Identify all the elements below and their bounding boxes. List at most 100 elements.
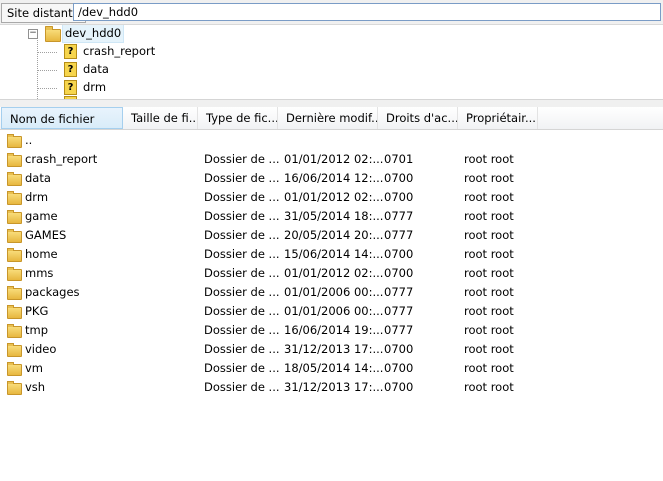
folder-icon: [7, 381, 22, 395]
file-permissions: 0700: [384, 342, 414, 356]
file-modified: 20/05/2014 20:...: [284, 228, 384, 242]
tree-item-dev-hdd0[interactable]: − dev_hdd0: [0, 25, 200, 43]
file-row[interactable]: data Dossier de ... 16/06/2014 12:... 0700 r…: [0, 169, 663, 188]
file-name: packages: [25, 285, 80, 299]
column-header-permissions[interactable]: Droits d'ac...: [378, 107, 458, 129]
file-row[interactable]: drm Dossier de ... 01/01/2012 02:... 0700 ro…: [0, 188, 663, 207]
file-permissions: 0777: [384, 228, 414, 242]
file-modified: 15/06/2014 14:...: [284, 247, 384, 261]
column-header-name[interactable]: Nom de fichier: [1, 107, 123, 129]
file-row[interactable]: home Dossier de ... 15/06/2014 14:... 0700 r…: [0, 245, 663, 264]
file-name: tmp: [25, 323, 49, 337]
remote-directory-tree: − dev_hdd0 ? crash_report ? data ? drm: [0, 25, 663, 99]
file-row[interactable]: vm Dossier de ... 18/05/2014 14:... 0700 roo…: [0, 359, 663, 378]
folder-icon: [7, 172, 22, 186]
column-header-type[interactable]: Type de fic...: [198, 107, 278, 129]
file-name: ..: [25, 133, 33, 147]
file-type: Dossier de ...: [204, 380, 280, 394]
tree-item-data[interactable]: ? data: [0, 60, 200, 78]
file-type: Dossier de ...: [204, 152, 280, 166]
file-name: data: [25, 171, 51, 185]
file-permissions: 0700: [384, 171, 414, 185]
file-modified: 18/05/2014 14:...: [284, 361, 384, 375]
file-row[interactable]: PKG Dossier de ... 01/01/2006 00:... 0777 ro…: [0, 302, 663, 321]
column-header-size[interactable]: Taille de fi...: [123, 107, 198, 129]
file-owner: root root: [464, 304, 514, 318]
file-permissions: 0777: [384, 304, 414, 318]
file-type: Dossier de ...: [204, 361, 280, 375]
folder-icon: [7, 324, 22, 338]
file-type: Dossier de ...: [204, 228, 280, 242]
file-permissions: 0700: [384, 361, 414, 375]
file-owner: root root: [464, 209, 514, 223]
file-row[interactable]: tmp Dossier de ... 16/06/2014 19:... 0777 ro…: [0, 321, 663, 340]
file-permissions: 0777: [384, 285, 414, 299]
file-type: Dossier de ...: [204, 247, 280, 261]
file-name: vsh: [25, 380, 46, 394]
folder-icon: [7, 229, 22, 243]
file-permissions: 0777: [384, 209, 414, 223]
file-owner: root root: [464, 361, 514, 375]
file-name: PKG: [25, 304, 49, 318]
folder-icon: [7, 153, 22, 167]
column-header-modified[interactable]: Dernière modif...: [278, 107, 378, 129]
file-row[interactable]: vsh Dossier de ... 31/12/2013 17:... 0700 ro…: [0, 378, 663, 397]
file-row[interactable]: video Dossier de ... 31/12/2013 17:... 0700…: [0, 340, 663, 359]
folder-icon: [7, 343, 22, 357]
file-name: game: [25, 209, 58, 223]
file-type: Dossier de ...: [204, 285, 280, 299]
file-owner: root root: [464, 247, 514, 261]
tree-item-label: drm: [83, 80, 107, 94]
file-owner: root root: [464, 380, 514, 394]
tree-item-drm[interactable]: ? drm: [0, 78, 200, 96]
file-row[interactable]: game Dossier de ... 31/05/2014 18:... 0777 r…: [0, 207, 663, 226]
file-name: vm: [25, 361, 44, 375]
folder-icon: [7, 191, 22, 205]
file-permissions: 0700: [384, 380, 414, 394]
file-row-parent[interactable]: ..: [0, 131, 663, 150]
remote-path-input[interactable]: [73, 3, 661, 21]
file-owner: root root: [464, 285, 514, 299]
file-permissions: 0700: [384, 190, 414, 204]
folder-icon: [7, 286, 22, 300]
unknown-folder-icon: ?: [64, 80, 77, 95]
folder-icon: [7, 267, 22, 281]
tree-item-label: data: [83, 62, 109, 76]
file-permissions: 0700: [384, 247, 414, 261]
unknown-folder-icon: ?: [64, 62, 77, 77]
folder-icon: [7, 134, 22, 148]
file-permissions: 0777: [384, 323, 414, 337]
file-modified: 31/12/2013 17:...: [284, 380, 384, 394]
file-name: drm: [25, 190, 49, 204]
file-owner: root root: [464, 152, 514, 166]
file-modified: 31/05/2014 18:...: [284, 209, 384, 223]
column-header-owner[interactable]: Propriétair...: [458, 107, 538, 129]
file-name: crash_report: [25, 152, 98, 166]
file-modified: 31/12/2013 17:...: [284, 342, 384, 356]
file-row[interactable]: crash_report Dossier de ... 01/01/2012 02:…: [0, 150, 663, 169]
file-name: video: [25, 342, 57, 356]
file-modified: 01/01/2012 02:...: [284, 266, 384, 280]
file-owner: root root: [464, 266, 514, 280]
tree-item-label: crash_report: [83, 44, 156, 58]
file-modified: 16/06/2014 19:...: [284, 323, 384, 337]
file-row[interactable]: packages Dossier de ... 01/01/2006 00:... 0…: [0, 283, 663, 302]
file-type: Dossier de ...: [204, 342, 280, 356]
file-type: Dossier de ...: [204, 266, 280, 280]
tree-item-label: dev_hdd0: [62, 25, 125, 43]
remote-file-list: Nom de fichier Taille de fi... Type de f…: [0, 107, 663, 481]
file-row[interactable]: mms Dossier de ... 01/01/2012 02:... 0700 ro…: [0, 264, 663, 283]
folder-icon: [7, 305, 22, 319]
file-name: GAMES: [25, 228, 67, 242]
file-modified: 16/06/2014 12:...: [284, 171, 384, 185]
file-owner: root root: [464, 171, 514, 185]
tree-item-crash-report[interactable]: ? crash_report: [0, 42, 200, 60]
file-row[interactable]: GAMES Dossier de ... 20/05/2014 20:... 0777…: [0, 226, 663, 245]
file-name: home: [25, 247, 58, 261]
collapse-icon[interactable]: −: [28, 29, 38, 39]
file-modified: 01/01/2006 00:...: [284, 304, 384, 318]
file-type: Dossier de ...: [204, 171, 280, 185]
file-owner: root root: [464, 228, 514, 242]
remote-site-bar: Site distant :: [0, 0, 663, 25]
folder-icon: [45, 26, 61, 42]
